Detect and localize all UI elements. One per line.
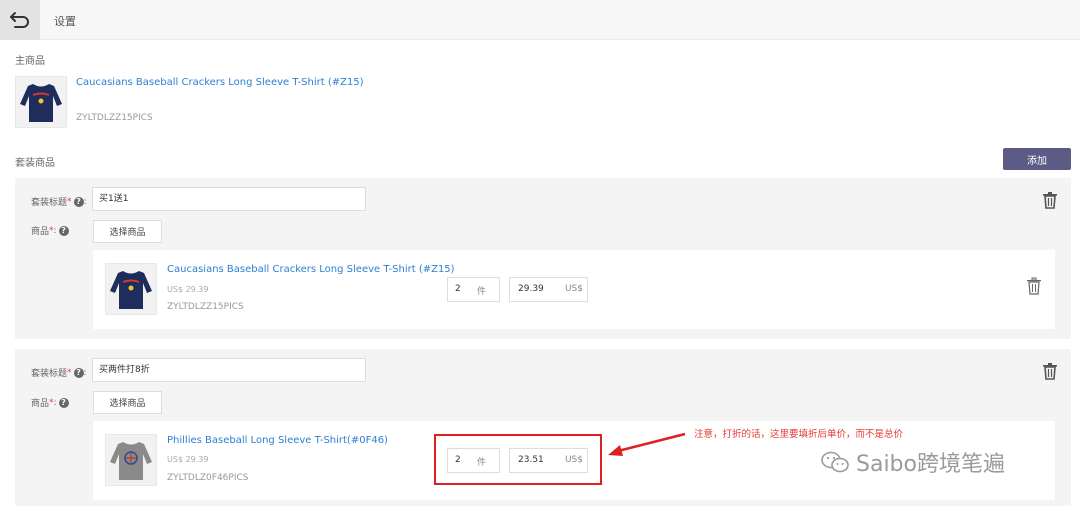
shirt-icon [20,84,62,122]
unit-price-input[interactable]: 29.39 US$ [509,277,588,302]
wechat-icon [821,451,849,473]
bundle-title-input[interactable]: 买两件打8折 [92,358,366,382]
add-bundle-button[interactable]: 添加 [1003,148,1071,170]
bundle-product-label: 商品 *: ? [31,224,69,237]
main-product-image [15,76,67,128]
bundle-item-title[interactable]: Caucasians Baseball Crackers Long Sleeve… [167,264,455,275]
help-icon[interactable]: ? [73,196,84,207]
shirt-icon [110,271,152,309]
bundle-title-label: 套装标题 * ?: [31,367,87,379]
help-icon[interactable]: ? [58,225,69,236]
bundle-item-title[interactable]: Phillies Baseball Long Sleeve T-Shirt(#0… [167,435,388,446]
shirt-icon [110,442,152,480]
trash-icon[interactable] [1026,277,1042,295]
trash-icon[interactable] [1042,191,1058,209]
trash-icon[interactable] [1042,362,1058,380]
back-arrow-icon [10,12,29,28]
main-product-title[interactable]: Caucasians Baseball Crackers Long Sleeve… [76,77,364,88]
bundle-item-sku: ZYLTDLZ0F46PICS [167,473,249,483]
back-button[interactable] [0,0,40,40]
quantity-input[interactable]: 2件 [447,277,500,302]
watermark: Saibo跨境笔遍 [820,446,1005,478]
bundle-item-card: Caucasians Baseball Crackers Long Sleeve… [93,250,1055,329]
bundle-item-price: US$ 29.39 [167,285,209,294]
select-product-button[interactable]: 选择商品 [93,220,162,243]
help-icon[interactable]: ? [58,397,69,408]
main-product-label: 主商品 [15,56,45,67]
bundle-item-image [105,263,157,315]
arrow-icon [608,432,686,456]
bundle-title-label: 套装标题 * ?: [31,196,87,208]
bundle-product-label: 商品 *: ? [31,396,69,409]
page-title: 设置 [54,15,76,28]
select-product-button[interactable]: 选择商品 [93,391,162,414]
annotation-note: 注意，打折的话，这里要填折后单价，而不是总价 [694,429,904,440]
help-icon[interactable]: ? [73,367,84,378]
bundle-item-image [105,434,157,486]
highlight-box [434,434,602,485]
top-bar: 设置 [0,0,1080,40]
bundle-item-sku: ZYLTDLZZ15PICS [167,302,244,312]
main-product-sku: ZYLTDLZZ15PICS [76,113,153,123]
bundle-item-price: US$ 29.39 [167,455,209,464]
bundle-title-input[interactable]: 买1送1 [92,187,366,211]
bundle-section-label: 套装商品 [15,158,55,169]
